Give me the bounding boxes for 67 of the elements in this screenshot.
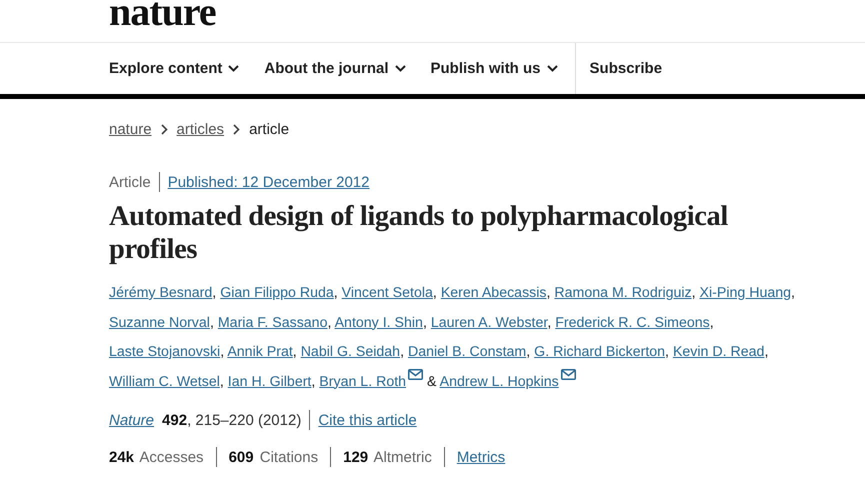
nav-menu-button[interactable]: Explore content	[109, 43, 240, 94]
author-link[interactable]: Laste Stojanovski	[109, 344, 220, 360]
comma: ,	[526, 344, 530, 360]
author-link[interactable]: Jérémy Besnard	[109, 285, 212, 301]
author-link[interactable]: Suzanne Norval	[109, 314, 210, 330]
author-link[interactable]: Nabil G. Seidah	[300, 344, 400, 360]
chevron-right-icon	[160, 124, 168, 134]
published-date-link[interactable]: Published: 12 December 2012	[168, 174, 370, 190]
metric-stat: 609 Citations	[228, 448, 318, 466]
comma: ,	[327, 314, 332, 330]
article-title: Automated design of ligands to polypharmacological profiles	[109, 200, 729, 266]
comma: ,	[210, 314, 214, 330]
author-link[interactable]: William C. Wetsel	[109, 374, 220, 390]
chevron-right-icon	[233, 124, 240, 134]
comma: ,	[547, 314, 552, 330]
comma: ,	[400, 344, 404, 360]
author-link[interactable]: Keren Abecassis	[440, 285, 547, 301]
breadcrumb-current: article	[249, 120, 290, 138]
author-link[interactable]: Andrew L. Hopkins	[440, 374, 559, 390]
comma: ,	[220, 374, 224, 390]
breadcrumb-link[interactable]: articles	[176, 120, 224, 138]
comma: ,	[311, 374, 316, 390]
page-range: , 215–220 (2012)	[187, 412, 302, 428]
metric-stat: 129 Altmetric	[343, 448, 432, 466]
nav-menu-button[interactable]: Subscribe	[590, 43, 662, 94]
comma: ,	[334, 285, 338, 301]
article-type: Article	[109, 174, 151, 190]
comma: ,	[422, 314, 427, 330]
nav-menu-button[interactable]: Publish with us	[430, 43, 558, 94]
comma: ,	[220, 344, 224, 360]
comma: ,	[432, 285, 437, 301]
metric-stat: 24k Accesses	[109, 448, 204, 466]
comma: ,	[546, 285, 550, 301]
author-link[interactable]: Daniel B. Constam	[408, 344, 526, 360]
author-link[interactable]: Xi-Ping Huang	[700, 285, 792, 301]
author-link[interactable]: Ian H. Gilbert	[228, 374, 312, 390]
author-link[interactable]: Antony I. Shin	[334, 314, 423, 330]
author-link[interactable]: Lauren A. Webster	[430, 314, 548, 330]
comma: ,	[692, 285, 696, 301]
comma: ,	[764, 344, 768, 360]
nature-logo[interactable]: nature	[109, 0, 216, 32]
author-link[interactable]: Maria F. Sassano	[218, 314, 328, 330]
chevron-down-icon	[228, 65, 240, 72]
comma: ,	[710, 314, 714, 330]
author-link[interactable]: Gian Filippo Ruda	[220, 285, 334, 301]
comma: ,	[212, 285, 216, 301]
cite-link[interactable]: Cite this article	[318, 412, 417, 428]
comma: ,	[665, 344, 669, 360]
author-link[interactable]: Bryan L. Roth	[319, 374, 406, 390]
chevron-down-icon	[546, 65, 558, 72]
comma: ,	[791, 285, 795, 301]
envelope-icon[interactable]	[408, 368, 424, 380]
author-link[interactable]: Ramona M. Rodriguiz	[554, 285, 692, 301]
comma: ,	[292, 344, 297, 360]
author-link[interactable]: Kevin D. Read	[672, 344, 764, 360]
volume-number: 492	[162, 412, 188, 428]
author-link[interactable]: Vincent Setola	[342, 285, 433, 301]
breadcrumb-link[interactable]: nature	[109, 120, 152, 138]
author-link[interactable]: G. Richard Bickerton	[534, 344, 666, 360]
ampersand: &	[427, 374, 436, 390]
metrics-link[interactable]: Metrics	[456, 448, 506, 466]
nav-menu-button[interactable]: About the journal	[264, 43, 406, 94]
author-link[interactable]: Frederick R. C. Simeons	[555, 314, 710, 330]
chevron-down-icon	[394, 65, 406, 72]
author-link[interactable]: Annik Prat	[227, 344, 293, 360]
envelope-icon[interactable]	[560, 368, 576, 380]
journal-link[interactable]: Nature	[109, 412, 154, 428]
